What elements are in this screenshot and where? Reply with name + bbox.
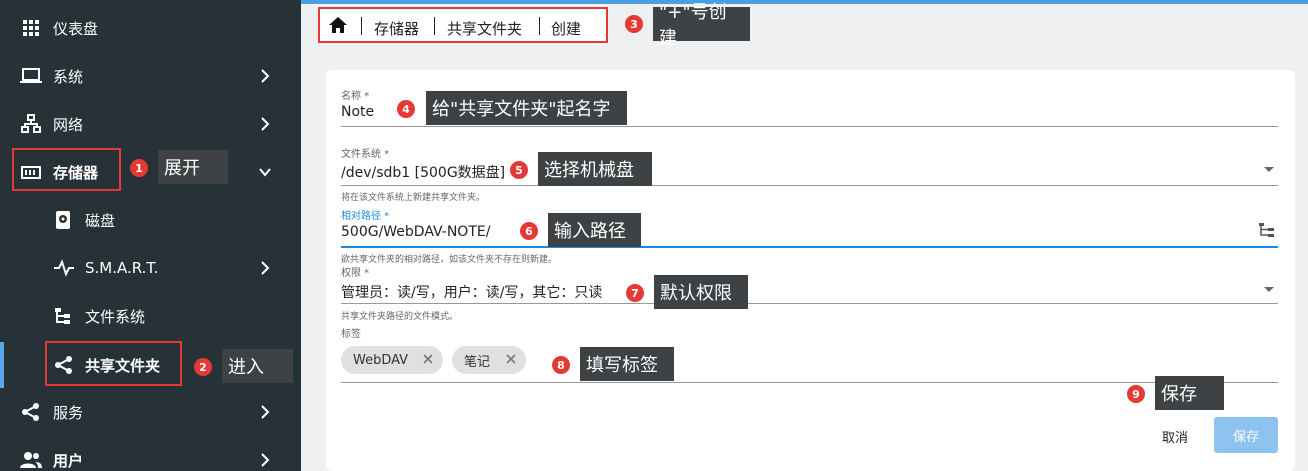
- annotation-callout: 填写标签: [580, 347, 674, 381]
- tag-chip-label: WebDAV: [353, 352, 409, 368]
- pulse-icon: [54, 259, 74, 277]
- annotation-badge: 3: [625, 15, 643, 33]
- tag-chip-label: 笔记: [464, 354, 491, 370]
- breadcrumb-separator: [361, 17, 362, 35]
- tag-chip[interactable]: WebDAV: [341, 346, 443, 374]
- share-icon: [22, 403, 39, 421]
- disk-icon: [56, 211, 70, 229]
- users-icon: [20, 452, 42, 468]
- home-icon[interactable]: [328, 16, 348, 34]
- sidebar-item-label: 网络: [53, 115, 84, 134]
- top-accent-line: [301, 0, 1308, 4]
- permission-hint: 共享文件夹路径的文件模式。: [341, 312, 459, 322]
- save-button[interactable]: 保存: [1214, 417, 1278, 453]
- dropdown-arrow-icon[interactable]: [1264, 167, 1274, 172]
- annotation-badge: 6: [520, 222, 538, 240]
- highlight-storage: [12, 148, 121, 191]
- annotation-badge: 9: [1127, 385, 1145, 403]
- chevron-right-icon: [261, 261, 270, 275]
- cancel-button[interactable]: 取消: [1150, 423, 1200, 449]
- annotation-callout: 进入: [222, 349, 293, 383]
- permission-underline: [341, 303, 1278, 304]
- annotation-callout: 默认权限: [654, 275, 748, 309]
- create-shared-folder-form: [326, 70, 1295, 471]
- path-input[interactable]: 500G/WebDAV-NOTE/: [341, 224, 490, 240]
- sidebar-item-label: S.M.A.R.T.: [85, 259, 159, 277]
- annotation-callout: 输入路径: [548, 213, 641, 247]
- annotation-callout: 选择机械盘: [538, 152, 652, 186]
- sidebar-item-dashboard[interactable]: 仪表盘: [0, 8, 301, 48]
- sidebar-item-filesystems[interactable]: 文件系统: [0, 296, 301, 336]
- path-label: 相对路径 *: [341, 211, 390, 222]
- path-underline: [341, 246, 1278, 248]
- sidebar-item-label: 系统: [53, 67, 84, 86]
- sidebar-item-network[interactable]: 网络: [0, 104, 301, 144]
- highlight-shared-folders: [45, 341, 182, 386]
- chevron-right-icon: [261, 117, 270, 131]
- sidebar-item-label: 用户: [53, 451, 84, 470]
- filesystem-select[interactable]: /dev/sdb1 [500G数据盘]: [341, 162, 505, 182]
- annotation-badge: 2: [194, 358, 212, 376]
- sidebar: 仪表盘 系统 网络 存储器 磁盘 S.M.A.R.T. 文件系统 共享文件夹 服…: [0, 0, 301, 471]
- chevron-down-icon: [259, 168, 271, 177]
- annotation-callout: "+"号创建: [653, 2, 750, 49]
- tags-underline: [341, 382, 1278, 383]
- filesystem-label: 文件系统 *: [341, 149, 390, 160]
- permission-label: 权限 *: [341, 268, 370, 279]
- close-icon[interactable]: [504, 352, 518, 366]
- sidebar-item-services[interactable]: 服务: [0, 392, 301, 432]
- sidebar-item-label: 磁盘: [85, 211, 116, 230]
- chevron-right-icon: [261, 453, 270, 467]
- annotation-callout: 展开: [158, 150, 228, 184]
- breadcrumb-storage[interactable]: 存储器: [374, 18, 419, 39]
- network-icon: [21, 114, 41, 133]
- chevron-right-icon: [261, 69, 270, 83]
- laptop-icon: [20, 68, 42, 83]
- tree-icon: [55, 308, 70, 324]
- sidebar-item-disks[interactable]: 磁盘: [0, 200, 301, 240]
- breadcrumb: 存储器 共享文件夹 创建: [318, 7, 608, 43]
- annotation-callout: 给"共享文件夹"起名字: [426, 91, 627, 125]
- tag-chip[interactable]: 笔记: [452, 346, 526, 374]
- breadcrumb-separator: [539, 17, 540, 35]
- breadcrumb-separator: [434, 17, 435, 35]
- sidebar-item-label: 仪表盘: [53, 19, 99, 38]
- annotation-badge: 8: [552, 356, 570, 374]
- annotation-badge: 5: [510, 161, 528, 179]
- tags-label: 标签: [341, 329, 361, 340]
- sidebar-item-users[interactable]: 用户: [0, 440, 301, 471]
- annotation-badge: 4: [397, 100, 415, 118]
- sidebar-item-smart[interactable]: S.M.A.R.T.: [0, 248, 301, 288]
- sidebar-item-system[interactable]: 系统: [0, 56, 301, 96]
- permission-select[interactable]: 管理员：读/写，用户：读/写，其它：只读: [341, 282, 602, 302]
- grid-icon: [23, 20, 39, 36]
- sidebar-item-label: 服务: [53, 403, 84, 422]
- folder-tree-icon[interactable]: [1258, 222, 1276, 238]
- name-underline: [341, 126, 1278, 127]
- chevron-right-icon: [261, 405, 270, 419]
- filesystem-underline: [341, 185, 1278, 186]
- breadcrumb-shared-folders[interactable]: 共享文件夹: [447, 18, 522, 39]
- sidebar-item-label: 文件系统: [85, 307, 146, 326]
- path-hint: 欲共享文件夹的相对路径，如该文件夹不存在则新建。: [341, 255, 558, 265]
- close-icon[interactable]: [421, 352, 435, 366]
- annotation-badge: 7: [626, 284, 644, 302]
- breadcrumb-create: 创建: [551, 20, 582, 38]
- name-label: 名称 *: [341, 91, 370, 102]
- annotation-callout: 保存: [1155, 376, 1224, 410]
- annotation-badge: 1: [130, 159, 148, 177]
- name-input[interactable]: Note: [341, 104, 374, 120]
- filesystem-hint: 将在该文件系统上新建共享文件夹。: [341, 193, 486, 203]
- dropdown-arrow-icon[interactable]: [1264, 287, 1274, 292]
